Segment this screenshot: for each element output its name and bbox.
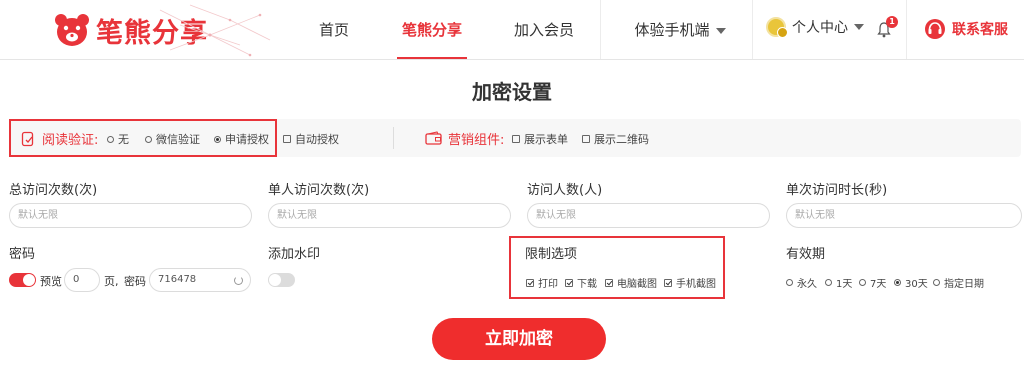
toggle-knob <box>269 274 281 286</box>
radio-validity-7days[interactable]: 7天 <box>859 275 886 290</box>
radio-label: 指定日期 <box>944 279 984 290</box>
nav-divider <box>906 0 907 59</box>
contact-service-button[interactable]: 联系客服 <box>924 18 1008 40</box>
radio-validity-1day[interactable]: 1天 <box>825 275 852 290</box>
checkbox-checked-icon <box>526 278 534 287</box>
preview-pages-input[interactable]: 0 <box>64 268 100 292</box>
nav-bixiong-share-label: 笔熊分享 <box>401 21 462 39</box>
checkbox-label: 自动授权 <box>295 133 339 146</box>
radio-label: 7天 <box>870 279 887 290</box>
top-navbar: 笔熊分享 首页 笔熊分享 加入会员 体验手机端 个人中心 1 联系客服 <box>0 0 1024 60</box>
checkbox-icon <box>582 135 590 143</box>
checkbox-download[interactable]: 下载 <box>565 275 597 290</box>
checkbox-icon <box>283 135 291 143</box>
radio-selected-icon <box>894 279 901 286</box>
chevron-down-icon <box>715 27 726 34</box>
radio-read-wechat[interactable]: 微信验证 <box>145 131 200 147</box>
nav-mobile-experience[interactable]: 体验手机端 <box>630 0 730 59</box>
checkbox-label: 展示二维码 <box>594 133 649 146</box>
per-user-visits-input[interactable]: 默认无限 <box>268 203 511 228</box>
radio-icon <box>859 279 866 286</box>
nav-bixiong-share[interactable]: 笔熊分享 <box>397 0 467 59</box>
checkbox-print[interactable]: 打印 <box>526 275 558 290</box>
checkbox-checked-icon <box>565 278 573 287</box>
marketing-label: 营销组件: <box>425 129 504 148</box>
user-center-menu[interactable]: 个人中心 <box>766 17 864 38</box>
nav-join-member[interactable]: 加入会员 <box>510 0 578 59</box>
checkbox-label: 打印 <box>538 279 558 290</box>
per-user-visits-label: 单人访问次数(次) <box>268 183 370 198</box>
radio-selected-icon <box>214 135 221 143</box>
password-value: 716478 <box>158 274 197 285</box>
nav-mobile-label: 体验手机端 <box>634 21 710 39</box>
nav-divider <box>752 0 753 59</box>
radio-validity-custom-date[interactable]: 指定日期 <box>933 275 984 290</box>
visitors-input[interactable]: 默认无限 <box>527 203 770 228</box>
password-label: 密码 <box>9 247 36 262</box>
read-verify-label: 阅读验证: <box>20 129 98 148</box>
radio-label: 30天 <box>905 279 928 290</box>
refresh-icon[interactable] <box>234 276 243 285</box>
radio-label: 微信验证 <box>156 133 200 146</box>
nav-divider <box>600 0 601 59</box>
bear-logo-icon <box>55 14 89 46</box>
checkbox-icon <box>512 135 520 143</box>
radio-read-apply[interactable]: 申请授权 <box>214 131 269 147</box>
headset-icon <box>925 19 945 39</box>
checkbox-checked-icon <box>605 278 613 287</box>
toggle-knob <box>23 274 35 286</box>
nav-home[interactable]: 首页 <box>314 0 354 59</box>
avatar <box>766 17 788 38</box>
contact-service-label: 联系客服 <box>952 22 1008 38</box>
duration-label: 单次访问时长(秒) <box>786 183 888 198</box>
preview-toggle[interactable] <box>9 273 36 287</box>
marketing-text: 营销组件: <box>448 133 505 148</box>
checkbox-label: 下载 <box>577 279 597 290</box>
active-tab-underline <box>397 57 467 59</box>
validity-label: 有效期 <box>786 247 826 262</box>
notification-badge: 1 <box>886 16 898 28</box>
radio-icon <box>825 279 832 286</box>
total-visits-label: 总访问次数(次) <box>9 183 98 198</box>
pwd-text: 密码 <box>124 275 146 288</box>
decorative-network-lines <box>159 4 271 57</box>
restrictions-label: 限制选项 <box>525 247 578 262</box>
checkbox-label: 展示表单 <box>524 133 568 146</box>
radio-icon <box>107 135 114 143</box>
radio-label: 1天 <box>836 279 853 290</box>
checkbox-show-qrcode[interactable]: 展示二维码 <box>582 131 649 147</box>
user-center-label: 个人中心 <box>792 20 848 36</box>
radio-read-none[interactable]: 无 <box>107 131 129 147</box>
visitors-label: 访问人数(人) <box>527 183 603 198</box>
radio-label: 永久 <box>797 279 817 290</box>
vertical-divider <box>393 127 394 149</box>
radio-validity-30days[interactable]: 30天 <box>894 275 928 290</box>
watermark-toggle[interactable] <box>268 273 295 287</box>
checkbox-auto-auth[interactable]: 自动授权 <box>283 131 339 147</box>
wallet-icon <box>425 131 442 145</box>
checkbox-label: 电脑截图 <box>617 279 657 290</box>
chevron-down-icon <box>854 24 864 30</box>
phone-lock-icon <box>21 131 34 146</box>
read-verify-text: 阅读验证: <box>42 133 99 148</box>
page-title: 加密设置 <box>472 80 552 104</box>
checkbox-label: 手机截图 <box>676 279 716 290</box>
radio-icon <box>145 135 152 143</box>
radio-icon <box>933 279 940 286</box>
checkbox-checked-icon <box>664 278 672 287</box>
radio-label: 申请授权 <box>225 133 269 146</box>
radio-validity-forever[interactable]: 永久 <box>786 275 817 290</box>
radio-icon <box>786 279 793 286</box>
checkbox-pc-screenshot[interactable]: 电脑截图 <box>605 275 657 290</box>
checkbox-mobile-screenshot[interactable]: 手机截图 <box>664 275 716 290</box>
watermark-label: 添加水印 <box>268 247 321 262</box>
page-unit-text: 页, <box>104 275 119 288</box>
radio-label: 无 <box>118 133 129 146</box>
encrypt-now-button[interactable]: 立即加密 <box>432 318 606 360</box>
duration-input[interactable]: 默认无限 <box>786 203 1022 228</box>
preview-text: 预览 <box>40 275 62 288</box>
checkbox-show-form[interactable]: 展示表单 <box>512 131 568 147</box>
total-visits-input[interactable]: 默认无限 <box>9 203 252 228</box>
